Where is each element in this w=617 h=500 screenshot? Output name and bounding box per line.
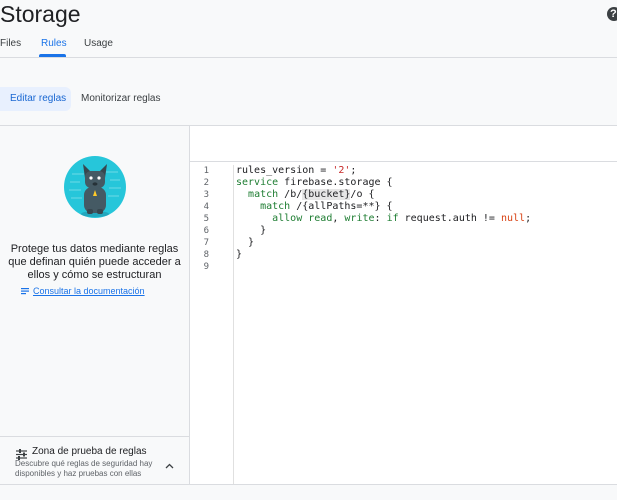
help-icon[interactable]: ?	[607, 7, 617, 21]
tab-rules[interactable]: Rules	[41, 38, 67, 49]
line-number: 2	[203, 178, 209, 188]
line-number: 8	[203, 250, 209, 260]
code-line: }	[236, 225, 531, 237]
code-line: service firebase.storage {	[236, 177, 531, 189]
code-line: }	[236, 237, 531, 249]
line-number: 3	[203, 190, 209, 200]
code-token: ;	[350, 165, 357, 176]
code-token: }	[236, 225, 267, 236]
code-line: rules_version = '2';	[236, 165, 531, 177]
documentation-link-label: Consultar la documentación	[33, 286, 145, 296]
line-number: 5	[203, 214, 209, 224]
code-token: /b/	[278, 189, 303, 200]
chevron-up-icon[interactable]	[165, 456, 174, 474]
line-number: 9	[203, 262, 209, 272]
code-token: firebase.storage {	[278, 177, 393, 188]
code-token: write	[344, 213, 375, 224]
code-token: null	[500, 213, 526, 224]
line-number-gutter: 1 2 3 4 5 6 7 8 9	[190, 165, 234, 484]
code-line: }	[236, 249, 531, 261]
code-token: {bucket}	[302, 189, 351, 200]
line-number: 4	[203, 202, 209, 212]
active-tab-indicator	[39, 54, 66, 57]
code-area[interactable]: rules_version = '2'; service firebase.sto…	[236, 165, 531, 273]
editor-toolbar	[190, 126, 617, 162]
info-panel: Protege tus datos mediante reglas que de…	[0, 126, 190, 484]
code-token: /{allPaths=**} {	[290, 201, 393, 212]
code-token: }	[236, 249, 243, 260]
rules-code-editor[interactable]: 123456789 rules_version = '2'; service fi…	[190, 162, 617, 484]
line-number: 6	[203, 226, 209, 236]
tab-usage[interactable]: Usage	[84, 38, 113, 49]
code-line: match /{allPaths=**} {	[236, 201, 531, 213]
edit-rules-tab[interactable]: Editar reglas	[0, 87, 71, 111]
code-token: '2'	[332, 165, 351, 176]
code-token: if	[386, 213, 399, 224]
code-token: ;	[525, 213, 532, 224]
document-icon	[21, 287, 30, 298]
line-number: 1	[203, 166, 209, 176]
code-token: match	[248, 189, 279, 200]
tab-files[interactable]: Files	[0, 38, 21, 49]
playground-subtitle: Descubre qué reglas de seguridad hay dis…	[15, 459, 153, 478]
playground-title: Zona de prueba de reglas	[32, 446, 147, 457]
code-token: match	[260, 201, 291, 212]
line-number: 7	[203, 238, 209, 248]
rules-description: Protege tus datos mediante reglas que de…	[8, 243, 181, 281]
code-token: rules_version =	[236, 165, 333, 176]
code-token: read	[308, 213, 333, 224]
documentation-link[interactable]: Consultar la documentación	[21, 286, 145, 296]
code-token: service	[236, 177, 279, 188]
code-token: ,	[332, 213, 345, 224]
code-token: allow	[272, 213, 303, 224]
rules-card: Protege tus datos mediante reglas que de…	[0, 125, 617, 485]
code-token: request.auth !=	[398, 213, 501, 224]
code-token: :	[374, 213, 387, 224]
page-title: Storage	[0, 1, 81, 27]
monitor-rules-tab[interactable]: Monitorizar reglas	[81, 87, 160, 111]
dog-illustration	[64, 156, 126, 218]
code-token: }	[236, 237, 255, 248]
code-token: /o {	[350, 189, 375, 200]
rules-playground[interactable]: Zona de prueba de reglas Descubre qué re…	[0, 436, 189, 485]
code-line: match /b/{bucket}/o {	[236, 189, 531, 201]
code-line: allow read, write: if request.auth != nu…	[236, 213, 531, 225]
tab-bar: Files Rules Usage	[0, 32, 617, 58]
